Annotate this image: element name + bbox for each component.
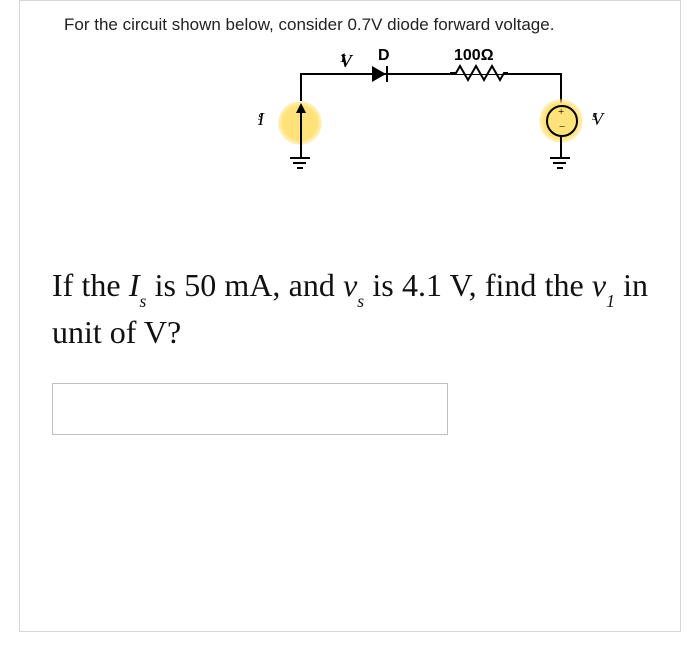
q-t2: is 50 mA, and xyxy=(155,267,343,303)
q-var1: I xyxy=(129,267,140,303)
diode-label: D xyxy=(378,47,390,65)
q-var1-sub: s xyxy=(140,291,147,311)
question-card: For the circuit shown below, consider 0.… xyxy=(19,0,681,632)
wire-top xyxy=(300,73,560,75)
current-source-arrow-stem xyxy=(300,113,302,131)
voltage-source-plus: + xyxy=(558,106,564,118)
question-text: If the Is is 50 mA, and vs is 4.1 V, fin… xyxy=(20,223,680,355)
voltage-source-icon: + − xyxy=(546,105,578,137)
current-source-sub: s xyxy=(258,109,263,124)
voltage-source-minus: − xyxy=(559,121,565,133)
q-var2: v xyxy=(343,267,357,303)
current-source-arrow-icon xyxy=(296,103,306,113)
wire-left-upper xyxy=(300,73,302,101)
wire-left-lower xyxy=(300,131,302,157)
q-t3: is 4.1 V, find the xyxy=(372,267,592,303)
circuit-diagram: Is V1 D 100Ω + − xyxy=(20,43,680,223)
voltage-source-sub: s xyxy=(592,109,597,124)
problem-intro: For the circuit shown below, consider 0.… xyxy=(20,1,680,43)
diode-icon xyxy=(372,66,386,82)
diode-ext-icon xyxy=(388,73,394,75)
q-var3-sub: 1 xyxy=(606,291,615,311)
q-t1: If the xyxy=(52,267,129,303)
wire-right-lower xyxy=(560,135,562,157)
answer-input[interactable] xyxy=(52,383,448,435)
resistor-label: 100Ω xyxy=(454,47,494,65)
q-var2-sub: s xyxy=(357,291,364,311)
q-var3: v xyxy=(592,267,606,303)
v1-sub: 1 xyxy=(340,51,346,66)
